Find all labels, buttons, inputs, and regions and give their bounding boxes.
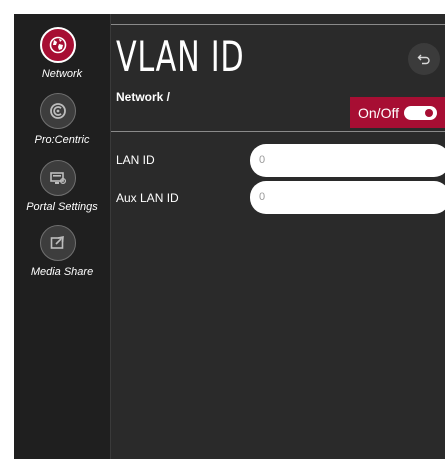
sidebar-item-procentric[interactable]: Pro:Centric (14, 93, 110, 151)
breadcrumb: Network / (116, 90, 171, 104)
on-off-toggle-button[interactable]: On/Off (350, 97, 445, 128)
sidebar-item-label: Media Share (30, 266, 94, 278)
back-arrow-icon (417, 54, 430, 65)
toggle-label: On/Off (358, 104, 399, 121)
aux-lan-id-label: Aux LAN ID (116, 191, 179, 205)
sidebar-item-label: Pro:Centric (34, 134, 90, 146)
sidebar-item-media-share[interactable]: Media Share (14, 225, 110, 283)
media-share-icon (40, 225, 76, 261)
page-title: VLAN ID (116, 32, 245, 81)
procentric-icon (40, 93, 76, 129)
section-divider (111, 131, 445, 132)
sidebar-item-portal-settings[interactable]: Portal Settings (14, 160, 110, 218)
main-panel: VLAN ID Network / On/Off LAN ID 0 Aux LA… (111, 14, 445, 459)
back-button[interactable] (408, 43, 440, 75)
sidebar-item-label: Portal Settings (26, 201, 98, 213)
globe-icon (40, 27, 76, 63)
tv-settings-screen: Network Pro:Centric Portal Settings Medi… (14, 14, 445, 459)
lan-id-input[interactable]: 0 (250, 144, 445, 177)
portal-settings-icon (40, 160, 76, 196)
lan-id-label: LAN ID (116, 153, 155, 167)
sidebar-item-label: Network (41, 68, 83, 80)
toggle-knob (424, 108, 433, 117)
toggle-switch[interactable] (403, 105, 437, 120)
sidebar: Network Pro:Centric Portal Settings Medi… (14, 14, 110, 459)
aux-lan-id-input[interactable]: 0 (250, 181, 445, 214)
header-divider (111, 24, 445, 25)
sidebar-item-network[interactable]: Network (14, 27, 110, 85)
